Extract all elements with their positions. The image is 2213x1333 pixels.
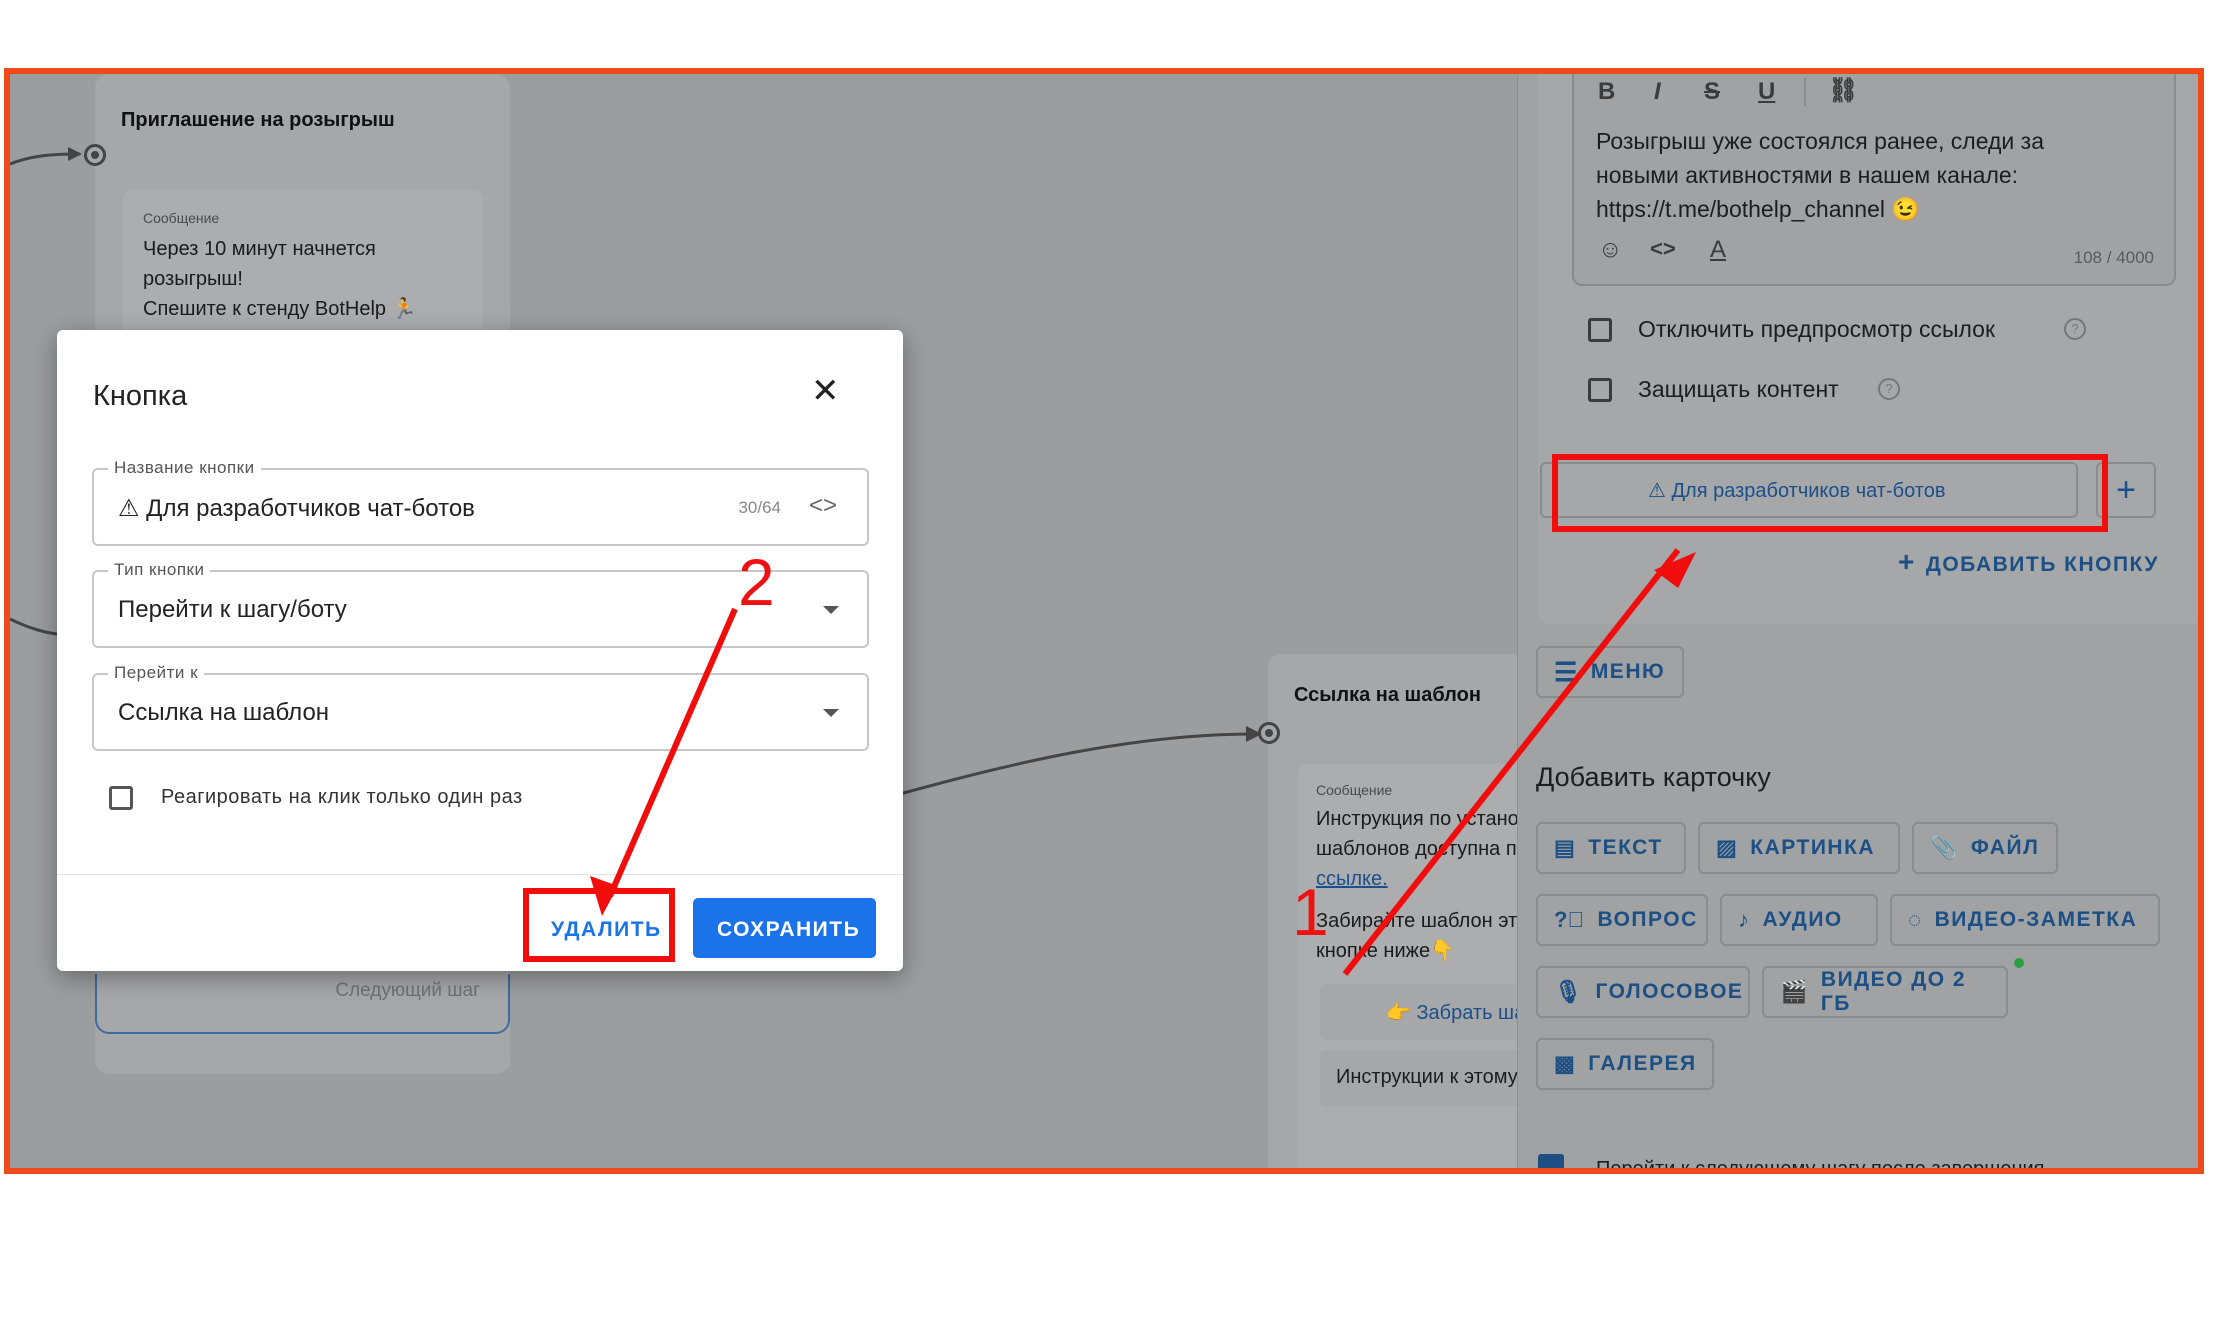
annotation-number-1: 1 (1292, 875, 1329, 949)
screenshot-frame: Приглашение на розыгрыш Сообщение Через … (4, 68, 2204, 1174)
annotation-number-2: 2 (738, 545, 775, 619)
annotation-arrows (590, 548, 1696, 976)
